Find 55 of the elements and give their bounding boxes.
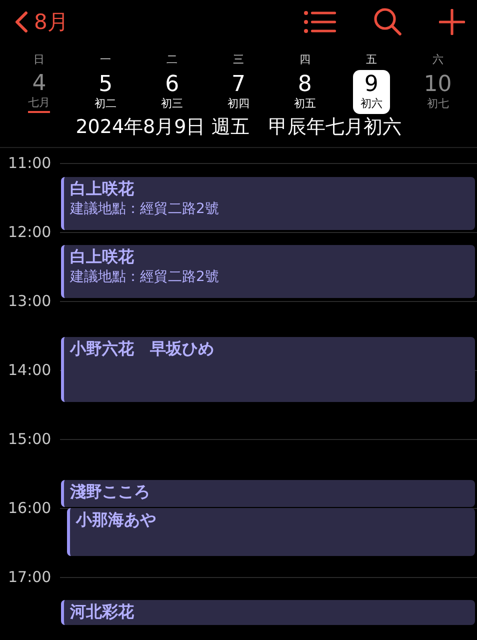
event-title: 白上咲花	[70, 246, 134, 268]
event-title: 白上咲花	[70, 178, 134, 200]
chevron-left-icon	[14, 11, 28, 33]
day-number: 9	[364, 72, 378, 96]
weekday-label: 日	[34, 52, 45, 68]
hour-label: 16:00	[7, 499, 52, 517]
event-title: 河北彩花	[70, 601, 134, 623]
day-cell[interactable]: 5 初二	[87, 70, 124, 114]
event-block[interactable]: 淺野こころ	[61, 480, 475, 507]
event-block[interactable]: 河北彩花	[61, 600, 475, 625]
hour-label: 11:00	[7, 154, 52, 172]
event-title: 小野六花 早坂ひめ	[70, 338, 214, 360]
day-number: 8	[298, 72, 312, 96]
day-number: 6	[165, 72, 180, 96]
hour-label: 13:00	[7, 292, 52, 310]
day-cell[interactable]: 9 初六	[352, 70, 390, 114]
selected-date: 2024年8月9日 週五 甲辰年七月初六	[74, 115, 402, 139]
day-cell[interactable]: 4 七月	[20, 70, 58, 114]
hour-label: 17:00	[7, 568, 52, 586]
day-cell[interactable]: 6 初三	[154, 70, 191, 114]
hour-label: 12:00	[7, 223, 52, 241]
add-icon[interactable]	[439, 9, 465, 35]
lunar-date: 初四	[227, 96, 250, 112]
event-block[interactable]: 白上咲花 建議地點：經貿二路2號	[61, 177, 475, 230]
day-cell[interactable]: 7 初四	[220, 70, 257, 114]
event-block[interactable]: 白上咲花 建議地點：經貿二路2號	[61, 245, 475, 298]
day-number: 7	[231, 72, 246, 96]
lunar-date: 初五	[294, 96, 316, 112]
event-title: 淺野こころ	[70, 481, 150, 503]
weekday-label: 六	[432, 52, 444, 68]
hour-label: 15:00	[7, 430, 52, 448]
weekday-label: 一	[100, 52, 112, 68]
lunar-date: 初六	[360, 96, 382, 112]
weekday-label: 三	[232, 52, 244, 68]
event-title: 小那海あや	[76, 509, 156, 531]
day-number: 5	[98, 72, 113, 96]
weekday-label: 二	[166, 52, 178, 68]
day-cell[interactable]: 8 初五	[286, 70, 324, 114]
lunar-date: 初七	[426, 96, 449, 112]
hour-label: 14:00	[7, 361, 52, 379]
list-icon[interactable]	[303, 10, 337, 34]
lunar-date: 初二	[94, 96, 117, 112]
event-location: 建議地點：經貿二路2號	[70, 200, 219, 218]
search-icon[interactable]	[373, 7, 403, 37]
day-number: 4	[32, 72, 46, 96]
weekday-label: 五	[366, 52, 377, 68]
day-number: 10	[424, 72, 452, 96]
event-block[interactable]: 小那海あや	[67, 508, 475, 556]
event-location: 建議地點：經貿二路2號	[70, 268, 219, 286]
event-block[interactable]: 小野六花 早坂ひめ	[61, 337, 475, 402]
lunar-date: 七月	[28, 96, 50, 112]
day-cell[interactable]: 10 初七	[419, 70, 456, 114]
lunar-date: 初三	[161, 96, 184, 112]
weekday-label: 四	[299, 52, 310, 68]
back-button[interactable]: 8月	[14, 8, 68, 36]
